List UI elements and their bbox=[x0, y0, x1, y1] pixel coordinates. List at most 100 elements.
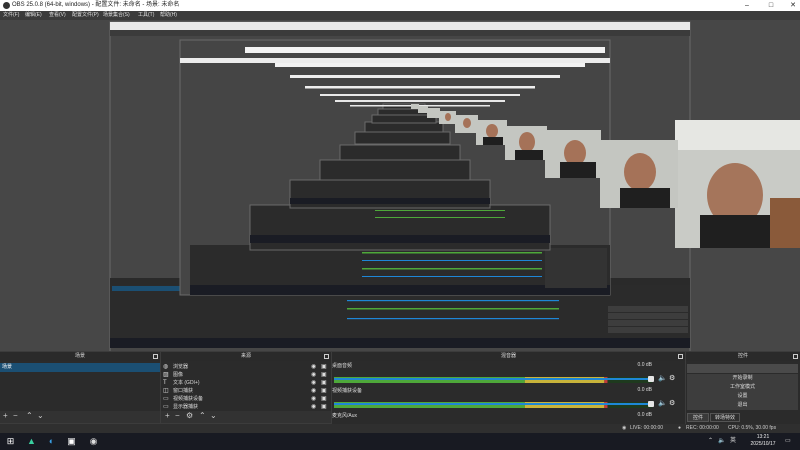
volume-slider[interactable] bbox=[334, 403, 650, 405]
channel-name: 视频捕获设备 bbox=[332, 388, 363, 394]
lock-icon[interactable]: ▣ bbox=[321, 404, 327, 410]
live-status: LIVE: 00:00:00 bbox=[630, 425, 664, 431]
source-row[interactable]: ◍ 浏览器 ◉ ▣ bbox=[162, 363, 330, 371]
studio-mode-button[interactable]: 工作室模式 bbox=[687, 383, 798, 392]
menu-tools[interactable]: 工具(T) bbox=[138, 11, 154, 20]
window-capture-icon: ◫ bbox=[163, 388, 169, 394]
tab-transitions[interactable]: 转场特效 bbox=[710, 413, 740, 422]
scenes-dock-header: 场景 bbox=[0, 352, 160, 361]
menu-profile[interactable]: 配置文件(P) bbox=[72, 11, 99, 20]
lock-icon[interactable]: ▣ bbox=[321, 380, 327, 386]
source-row[interactable]: ▭ 显示器捕获 ◉ ▣ bbox=[162, 403, 330, 411]
live-status-icon: ◉ bbox=[622, 425, 627, 431]
visibility-icon[interactable]: ◉ bbox=[311, 372, 316, 378]
lock-icon[interactable]: ▣ bbox=[321, 372, 327, 378]
gear-icon[interactable]: ⚙ bbox=[669, 375, 675, 383]
exit-button[interactable]: 退出 bbox=[687, 401, 798, 410]
move-up-icon[interactable]: ⌃ bbox=[26, 411, 33, 421]
volume-icon[interactable]: 🔈 bbox=[718, 436, 725, 447]
start-streaming-button[interactable] bbox=[687, 364, 798, 373]
maximize-button[interactable]: □ bbox=[764, 0, 778, 11]
notification-icon[interactable]: ▭ bbox=[785, 436, 791, 447]
mixer-channel: 视频捕获设备 0.0 dB 🔈 ⚙ bbox=[332, 387, 680, 413]
volume-slider-knob[interactable] bbox=[648, 401, 654, 407]
source-row[interactable]: ◫ 窗口捕获 ◉ ▣ bbox=[162, 387, 330, 395]
system-clock[interactable]: 13:21 2025/10/17 bbox=[748, 434, 778, 448]
window-title: OBS 25.0.8 (64-bit, windows) - 配置文件: 未命名… bbox=[12, 2, 180, 8]
channel-db: 0.0 dB bbox=[637, 412, 652, 418]
source-row[interactable]: ▭ 视频捕获设备 ◉ ▣ bbox=[162, 395, 330, 403]
app-icon[interactable]: ▣ bbox=[66, 436, 77, 447]
visibility-icon[interactable]: ◉ bbox=[311, 396, 316, 402]
video-capture-icon: ▭ bbox=[163, 396, 169, 402]
obs-app-icon[interactable]: ◉ bbox=[88, 436, 99, 447]
move-down-icon[interactable]: ⌄ bbox=[210, 411, 217, 421]
clock-time: 13:21 bbox=[756, 434, 770, 440]
minimize-button[interactable]: – bbox=[740, 0, 754, 11]
rec-status: REC: 00:00:00 bbox=[686, 425, 719, 431]
windows-start-icon[interactable]: ⊞ bbox=[5, 436, 16, 447]
menu-scene-collection[interactable]: 场景集合(S) bbox=[103, 11, 130, 20]
settings-button[interactable]: 设置 bbox=[687, 392, 798, 401]
menu-bar: 文件(F) 编辑(E) 查看(V) 配置文件(P) 场景集合(S) 工具(T) … bbox=[0, 11, 800, 20]
obs-window: OBS 25.0.8 (64-bit, windows) - 配置文件: 未命名… bbox=[0, 0, 800, 450]
recursive-preview-image bbox=[0, 20, 800, 351]
close-button[interactable]: ✕ bbox=[786, 0, 800, 11]
source-row[interactable]: T 文本 (GDI+) ◉ ▣ bbox=[162, 379, 330, 387]
display-capture-icon: ▭ bbox=[163, 404, 169, 410]
edge-browser-icon[interactable]: ◐ bbox=[46, 436, 57, 447]
obs-logo-icon bbox=[3, 2, 10, 9]
visibility-icon[interactable]: ◉ bbox=[311, 404, 316, 410]
start-recording-button[interactable]: 开始录制 bbox=[687, 374, 798, 383]
scenes-list: 场景 bbox=[0, 361, 160, 411]
scenes-dock-title: 场景 bbox=[74, 353, 85, 359]
tray-chevron-icon[interactable]: ⌃ bbox=[708, 436, 713, 447]
app-icon[interactable]: ▲ bbox=[26, 436, 37, 447]
menu-view[interactable]: 查看(V) bbox=[49, 11, 66, 20]
mixer-dock-header: 混音器 bbox=[332, 352, 685, 361]
source-row[interactable]: ▨ 图像 ◉ ▣ bbox=[162, 371, 330, 379]
volume-slider-knob[interactable] bbox=[648, 376, 654, 382]
undock-icon[interactable] bbox=[153, 354, 158, 359]
menu-help[interactable]: 帮助(H) bbox=[160, 11, 177, 20]
mixer-dock-title: 混音器 bbox=[500, 353, 516, 359]
speaker-icon[interactable]: 🔈 bbox=[658, 400, 667, 408]
sources-dock-header: 来源 bbox=[161, 352, 331, 361]
volume-slider[interactable] bbox=[334, 378, 650, 380]
add-scene-icon[interactable]: + bbox=[3, 411, 8, 421]
visibility-icon[interactable]: ◉ bbox=[311, 364, 316, 370]
menu-file[interactable]: 文件(F) bbox=[3, 11, 19, 20]
mixer-channel: 桌面音频 0.0 dB 🔈 ⚙ bbox=[332, 362, 680, 388]
move-up-icon[interactable]: ⌃ bbox=[199, 411, 206, 421]
undock-icon[interactable] bbox=[324, 354, 329, 359]
lock-icon[interactable]: ▣ bbox=[321, 388, 327, 394]
windows-taskbar: ⊞ ▲ ◐ ▣ ◉ ⌃ 🔈 英 13:21 2025/10/17 ▭ bbox=[0, 433, 800, 450]
sources-toolbar: + − ⚙ ⌃ ⌄ bbox=[161, 411, 331, 423]
channel-name: 麦克风/Aux bbox=[332, 413, 358, 419]
remove-scene-icon[interactable]: − bbox=[13, 411, 18, 421]
add-source-icon[interactable]: + bbox=[165, 411, 170, 421]
move-down-icon[interactable]: ⌄ bbox=[37, 411, 44, 421]
lock-icon[interactable]: ▣ bbox=[321, 396, 327, 402]
level-meter bbox=[334, 420, 652, 433]
text-icon: T bbox=[163, 380, 167, 386]
undock-icon[interactable] bbox=[678, 354, 683, 359]
source-properties-icon[interactable]: ⚙ bbox=[186, 411, 193, 421]
channel-db: 0.0 dB bbox=[637, 362, 652, 368]
speaker-icon[interactable]: 🔈 bbox=[658, 375, 667, 383]
preview-canvas[interactable] bbox=[0, 20, 800, 351]
undock-icon[interactable] bbox=[793, 354, 798, 359]
visibility-icon[interactable]: ◉ bbox=[311, 380, 316, 386]
ime-indicator[interactable]: 英 bbox=[730, 436, 736, 447]
sources-dock-title: 来源 bbox=[240, 353, 251, 359]
gear-icon[interactable]: ⚙ bbox=[669, 400, 675, 408]
tab-controls[interactable]: 控件 bbox=[687, 413, 709, 422]
cpu-status: CPU: 0.5%, 30.00 fps bbox=[728, 425, 777, 431]
remove-source-icon[interactable]: − bbox=[175, 411, 180, 421]
lock-icon[interactable]: ▣ bbox=[321, 364, 327, 370]
menu-edit[interactable]: 编辑(E) bbox=[25, 11, 42, 20]
controls-dock-header: 控件 bbox=[686, 352, 800, 361]
channel-db: 0.0 dB bbox=[637, 387, 652, 393]
scene-item[interactable]: 场景 bbox=[0, 363, 160, 372]
visibility-icon[interactable]: ◉ bbox=[311, 388, 316, 394]
